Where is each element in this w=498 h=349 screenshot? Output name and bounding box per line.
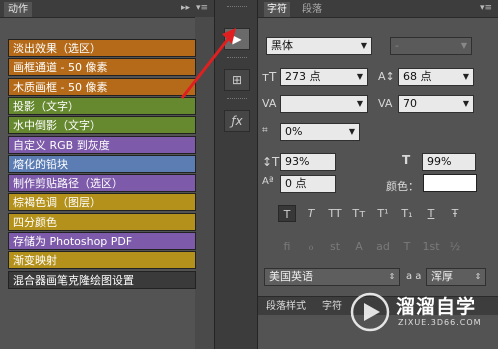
tab-paragraph[interactable]: 段落 (302, 2, 322, 17)
small-caps-button[interactable]: Tт (350, 205, 368, 222)
chevron-down-icon: ▼ (356, 99, 364, 108)
strikethrough-button[interactable]: Ŧ (446, 205, 464, 222)
menu-icon[interactable]: ▾≡ (480, 3, 492, 13)
subscript-button[interactable]: T₁ (398, 205, 416, 222)
antialias-value: 浑厚 (431, 270, 453, 283)
tracking-field[interactable]: 70 ▼ (398, 95, 474, 113)
tab-paragraph-styles[interactable]: 段落样式 (266, 299, 306, 314)
watermark-logo-icon (350, 292, 390, 332)
action-button[interactable]: 四分颜色 (8, 212, 196, 231)
action-button[interactable]: 棕褐色调（图层） (8, 193, 196, 212)
antialias-select[interactable]: 浑厚 ⇕ (426, 268, 486, 286)
vertical-scale-icon: ↕T (262, 155, 280, 169)
chevron-down-icon: ▼ (356, 72, 364, 81)
baseline-shift-value: 0 点 (285, 177, 307, 190)
action-button[interactable]: 淡出效果（选区） (8, 39, 196, 57)
baseline-shift-field[interactable]: 0 点 (280, 175, 336, 193)
font-family-select[interactable]: 黑体 ▼ (266, 37, 372, 55)
chevron-down-icon: ▼ (460, 41, 468, 50)
chevron-updown-icon: ⇕ (388, 272, 396, 281)
action-button[interactable]: 木质画框 - 50 像素 (8, 77, 196, 96)
antialias-icon: a a (406, 271, 422, 282)
character-tabstrip: 字符 段落 ▾≡ (258, 0, 498, 18)
chevron-down-icon: ▼ (462, 99, 470, 108)
chevron-down-icon: ▼ (360, 41, 368, 50)
action-button[interactable]: 投影（文字） (8, 96, 196, 115)
actions-tabstrip: 动作 ▸▸ ▾≡ (0, 0, 214, 18)
kerning-icon: VA (262, 97, 277, 110)
superscript-button[interactable]: T¹ (374, 205, 392, 222)
action-button[interactable]: 制作剪贴路径（选区） (8, 174, 196, 193)
vertical-scale-field[interactable]: 93% (280, 153, 336, 171)
text-color-swatch[interactable] (423, 174, 477, 192)
double-chevron-right-icon[interactable]: ▸▸ (181, 3, 190, 13)
kerning-field[interactable]: ▼ (280, 95, 368, 113)
ordinals-button[interactable]: 1st (422, 238, 440, 255)
action-button[interactable]: 熔化的铅块 (8, 154, 196, 173)
language-select[interactable]: 美国英语 ⇕ (264, 268, 400, 286)
chevron-down-icon: ▼ (348, 127, 356, 136)
discretionary-ligatures-button[interactable]: st (326, 238, 344, 255)
action-button[interactable]: 画框通道 - 50 像素 (8, 58, 196, 77)
dock-grip[interactable] (227, 6, 247, 10)
faux-bold-button[interactable]: T (278, 205, 296, 222)
watermark-url: ZIXUE.3D66.COM (398, 318, 482, 327)
tracking-value: 70 (403, 97, 417, 110)
watermark-title: 溜溜自学 (396, 296, 477, 318)
scale-percent-value: 0% (285, 125, 303, 138)
titling-alternates-button[interactable]: T (398, 238, 416, 255)
font-size-icon: тT (262, 70, 277, 84)
stylistic-alternates-button[interactable]: ad (374, 238, 392, 255)
font-style-value: - (395, 39, 399, 52)
baseline-shift-icon: Aª (262, 176, 274, 187)
tsume-icon: ⌗ (262, 125, 268, 136)
contextual-alternates-button[interactable]: ℴ (302, 238, 320, 255)
action-button[interactable]: 存储为 Photoshop PDF (8, 232, 196, 250)
tab-character[interactable]: 字符 (264, 2, 290, 17)
chevron-down-icon: ▼ (462, 72, 470, 81)
action-button[interactable]: 渐变映射 (8, 251, 196, 270)
tab-character-styles[interactable]: 字符 (322, 299, 342, 314)
horizontal-scale-icon: T (402, 153, 411, 167)
font-size-field[interactable]: 273 点 ▼ (280, 68, 368, 86)
action-button[interactable]: 混合器画笔克隆绘图设置 (8, 270, 196, 289)
chevron-updown-icon: ⇕ (474, 272, 482, 281)
tab-actions[interactable]: 动作 (4, 2, 32, 17)
fx-icon[interactable]: ƒx (224, 110, 250, 132)
fractions-button[interactable]: ½ (446, 238, 464, 255)
color-label: 颜色： (386, 180, 419, 193)
font-style-select[interactable]: - ▼ (390, 37, 472, 55)
watermark: 溜溜自学 ZIXUE.3D66.COM (350, 290, 482, 338)
red-arrow-annotation (180, 28, 236, 99)
vertical-scale-value: 93% (285, 155, 310, 168)
action-button[interactable]: 自定义 RGB 到灰度 (8, 135, 196, 154)
leading-icon: A↕ (378, 70, 395, 83)
horizontal-scale-field[interactable]: 99% (422, 153, 476, 171)
leading-field[interactable]: 68 点 ▼ (398, 68, 474, 86)
tracking-icon: VA (378, 97, 393, 110)
menu-icon[interactable]: ▾≡ (196, 3, 208, 13)
swash-button[interactable]: A (350, 238, 368, 255)
all-caps-button[interactable]: TT (326, 205, 344, 222)
font-size-value: 273 点 (285, 70, 321, 83)
leading-value: 68 点 (403, 70, 432, 83)
scale-percent-field[interactable]: 0% ▼ (280, 123, 360, 141)
language-value: 美国英语 (269, 270, 313, 283)
horizontal-scale-value: 99% (427, 155, 452, 168)
ligatures-button[interactable]: fi (278, 238, 296, 255)
action-button[interactable]: 水中倒影（文字） (8, 116, 196, 135)
underline-button[interactable]: T (422, 205, 440, 222)
font-family-value: 黑体 (271, 39, 293, 52)
faux-italic-button[interactable]: T (302, 205, 320, 222)
